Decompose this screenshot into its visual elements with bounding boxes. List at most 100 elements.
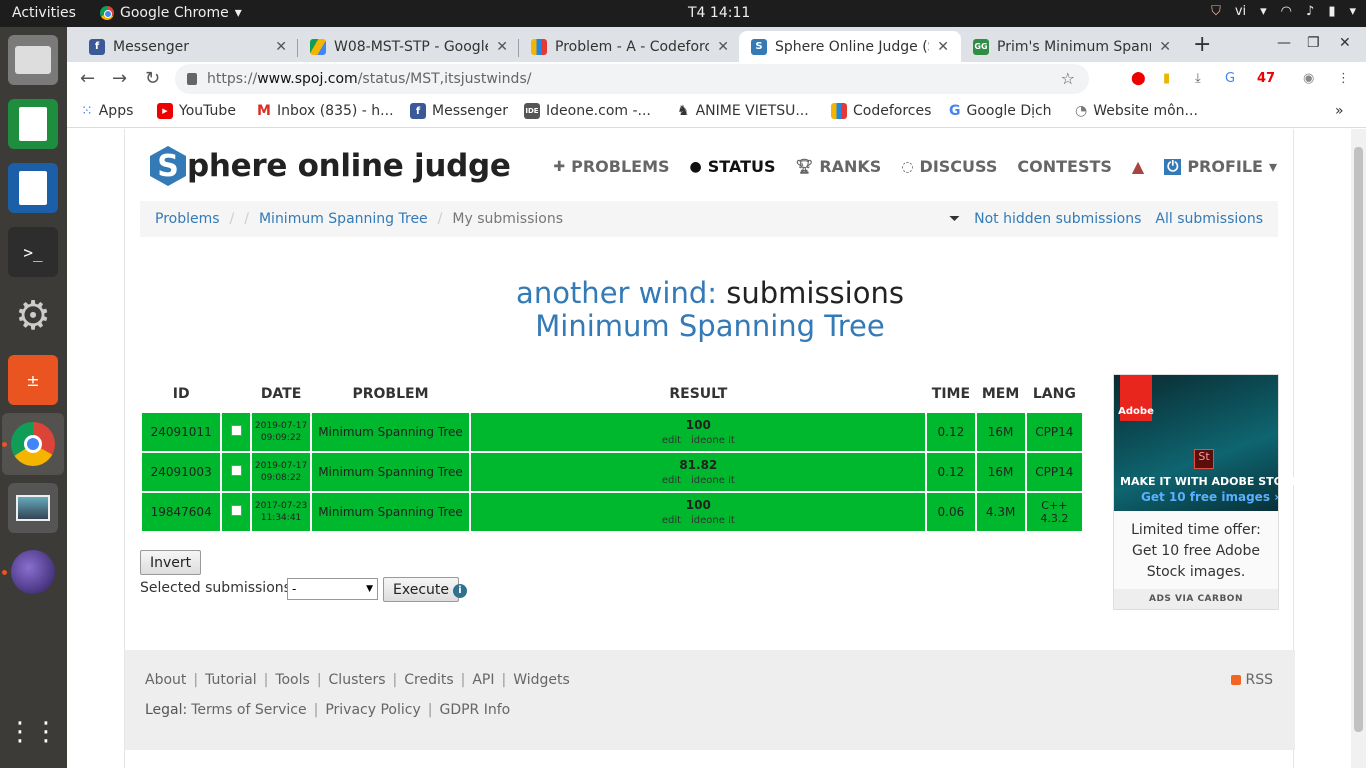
breadcrumb-problems[interactable]: Problems xyxy=(155,211,220,227)
bookmarks-overflow-icon[interactable]: » xyxy=(1335,103,1344,119)
files-icon[interactable] xyxy=(8,35,58,85)
problem-title-link[interactable]: Minimum Spanning Tree xyxy=(125,310,1295,343)
breadcrumb-problem[interactable]: Minimum Spanning Tree xyxy=(259,211,428,227)
forward-arrow-icon[interactable]: → xyxy=(112,68,127,89)
spreadsheet-icon[interactable] xyxy=(8,99,58,149)
submission-problem[interactable]: Minimum Spanning Tree xyxy=(311,493,470,531)
submission-problem[interactable]: Minimum Spanning Tree xyxy=(311,453,470,491)
tab-spoj[interactable]: S Sphere Online Judge (S ✕ xyxy=(739,31,961,62)
footer-terms[interactable]: Terms of Service xyxy=(191,702,306,718)
invert-button[interactable]: Invert xyxy=(140,550,202,575)
nav-status[interactable]: ● STATUS xyxy=(690,157,776,176)
bookmark-messenger[interactable]: f Messenger xyxy=(410,103,508,119)
close-icon[interactable]: ✕ xyxy=(717,39,729,55)
close-window-button[interactable]: ✕ xyxy=(1339,35,1351,51)
rss-link[interactable]: RSS xyxy=(1231,672,1273,688)
translate-icon[interactable]: G xyxy=(1225,71,1235,86)
footer-credits[interactable]: Credits xyxy=(404,672,453,688)
clock[interactable]: T4 14:11 xyxy=(688,5,750,21)
chrome-menu-icon[interactable]: ⋮ xyxy=(1337,71,1350,86)
submission-id[interactable]: 24091011 xyxy=(142,413,221,451)
execute-button[interactable]: Execute xyxy=(383,577,459,602)
ideone-link[interactable]: ideone it xyxy=(691,515,735,526)
footer-tutorial[interactable]: Tutorial xyxy=(205,672,256,688)
profile-avatar[interactable]: ◉ xyxy=(1303,71,1314,86)
tab-messenger[interactable]: f Messenger ✕ xyxy=(77,31,299,62)
show-apps-icon[interactable]: ⋮⋮ xyxy=(7,707,59,757)
impress-icon[interactable] xyxy=(8,163,58,213)
info-icon[interactable]: i xyxy=(453,584,467,598)
footer-gdpr[interactable]: GDPR Info xyxy=(439,702,510,718)
selected-submissions-select[interactable]: - ▼ xyxy=(287,578,378,600)
close-icon[interactable]: ✕ xyxy=(275,39,287,55)
tab-codeforces[interactable]: Problem - A - Codeforces ✕ xyxy=(519,31,741,62)
flag-extension-icon[interactable]: ▮ xyxy=(1163,71,1170,86)
bookmark-anime[interactable]: ♞ ANIME VIETSU... xyxy=(677,103,809,119)
submission-id[interactable]: 24091003 xyxy=(142,453,221,491)
address-bar[interactable]: https://www.spoj.com/status/MST,itsjustw… xyxy=(175,64,1089,94)
image-viewer-icon[interactable] xyxy=(8,483,58,533)
ideone-link[interactable]: ideone it xyxy=(691,435,735,446)
bookmark-inbox[interactable]: M Inbox (835) - h... xyxy=(257,103,394,119)
extension-badge[interactable]: 47 xyxy=(1257,71,1275,86)
ad-image[interactable]: Adobe St MAKE IT WITH ADOBE STOCK Get 10… xyxy=(1114,375,1300,511)
ad-via-carbon[interactable]: ADS VIA CARBON xyxy=(1114,589,1278,609)
close-icon[interactable]: ✕ xyxy=(1159,39,1171,55)
bookmark-star-icon[interactable]: ☆ xyxy=(1061,69,1075,88)
input-language[interactable]: vi xyxy=(1235,4,1246,19)
close-icon[interactable]: ✕ xyxy=(496,39,508,55)
footer-tools[interactable]: Tools xyxy=(275,672,310,688)
bookmark-website[interactable]: ◔ Website môn... xyxy=(1075,103,1198,119)
edit-link[interactable]: edit xyxy=(662,515,681,526)
edit-link[interactable]: edit xyxy=(662,435,681,446)
scrollbar-thumb[interactable] xyxy=(1354,147,1363,732)
download-icon[interactable]: ⤓ xyxy=(1195,71,1201,86)
footer-about[interactable]: About xyxy=(145,672,186,688)
eclipse-icon[interactable] xyxy=(8,547,58,597)
all-submissions-link[interactable]: All submissions xyxy=(1155,211,1263,227)
not-hidden-submissions-link[interactable]: Not hidden submissions xyxy=(974,211,1141,227)
row-checkbox[interactable] xyxy=(230,425,242,436)
bookmark-google-translate[interactable]: G Google Dịch xyxy=(949,103,1052,119)
submission-id[interactable]: 19847604 xyxy=(142,493,221,531)
terminal-icon[interactable]: >_ xyxy=(8,227,58,277)
ad-cta[interactable]: Get 10 free images › xyxy=(1141,490,1279,504)
bookmark-apps[interactable]: ⁙ Apps xyxy=(81,103,133,119)
bookmark-youtube[interactable]: ▶ YouTube xyxy=(157,103,236,119)
calculator-icon[interactable]: ± xyxy=(8,355,58,405)
nav-problems[interactable]: ✚ PROBLEMS xyxy=(553,157,669,176)
carbon-ad[interactable]: Adobe St MAKE IT WITH ADOBE STOCK Get 10… xyxy=(1113,374,1300,610)
site-logo[interactable]: S phere online judge xyxy=(150,146,511,186)
nav-contests[interactable]: CONTESTS xyxy=(1017,157,1112,176)
new-tab-button[interactable]: + xyxy=(1193,32,1211,57)
footer-widgets[interactable]: Widgets xyxy=(513,672,570,688)
footer-clusters[interactable]: Clusters xyxy=(329,672,386,688)
tab-geeksforgeeks[interactable]: GG Prim's Minimum Spann ✕ xyxy=(961,31,1183,62)
reload-icon[interactable]: ↻ xyxy=(145,68,160,89)
chrome-icon[interactable] xyxy=(8,419,58,469)
bookmark-ideone[interactable]: IDE Ideone.com -... xyxy=(524,103,651,119)
nav-discuss[interactable]: ◌ DISCUSS xyxy=(901,157,997,176)
page-scrollbar[interactable] xyxy=(1351,129,1366,768)
ideone-link[interactable]: ideone it xyxy=(691,475,735,486)
system-tray[interactable]: ⛉ vi ▾ ◠ ♪ ▮ ▾ xyxy=(1211,4,1356,19)
warning-icon[interactable]: ▲ xyxy=(1132,157,1144,176)
row-checkbox[interactable] xyxy=(230,465,242,476)
close-icon[interactable]: ✕ xyxy=(937,39,949,55)
user-name-link[interactable]: another wind: xyxy=(516,276,717,310)
back-arrow-icon[interactable]: ← xyxy=(80,68,95,89)
submission-problem[interactable]: Minimum Spanning Tree xyxy=(311,413,470,451)
tab-google-drive[interactable]: W08-MST-STP - Google ✕ xyxy=(298,31,520,62)
settings-gear-icon[interactable]: ⚙ xyxy=(8,291,58,341)
minimize-button[interactable]: — xyxy=(1277,35,1291,51)
footer-privacy[interactable]: Privacy Policy xyxy=(325,702,420,718)
footer-api[interactable]: API xyxy=(472,672,494,688)
activities-button[interactable]: Activities xyxy=(12,5,76,21)
nav-profile[interactable]: ⏻ PROFILE ▾ xyxy=(1164,157,1277,176)
edit-link[interactable]: edit xyxy=(662,475,681,486)
nav-ranks[interactable]: 🏆︎ RANKS xyxy=(796,157,882,176)
row-checkbox[interactable] xyxy=(230,505,242,516)
ad-text[interactable]: Limited time offer: Get 10 free Adobe St… xyxy=(1114,511,1278,583)
bookmark-codeforces[interactable]: Codeforces xyxy=(831,103,931,119)
app-menu[interactable]: Google Chrome ▾ xyxy=(100,5,242,21)
